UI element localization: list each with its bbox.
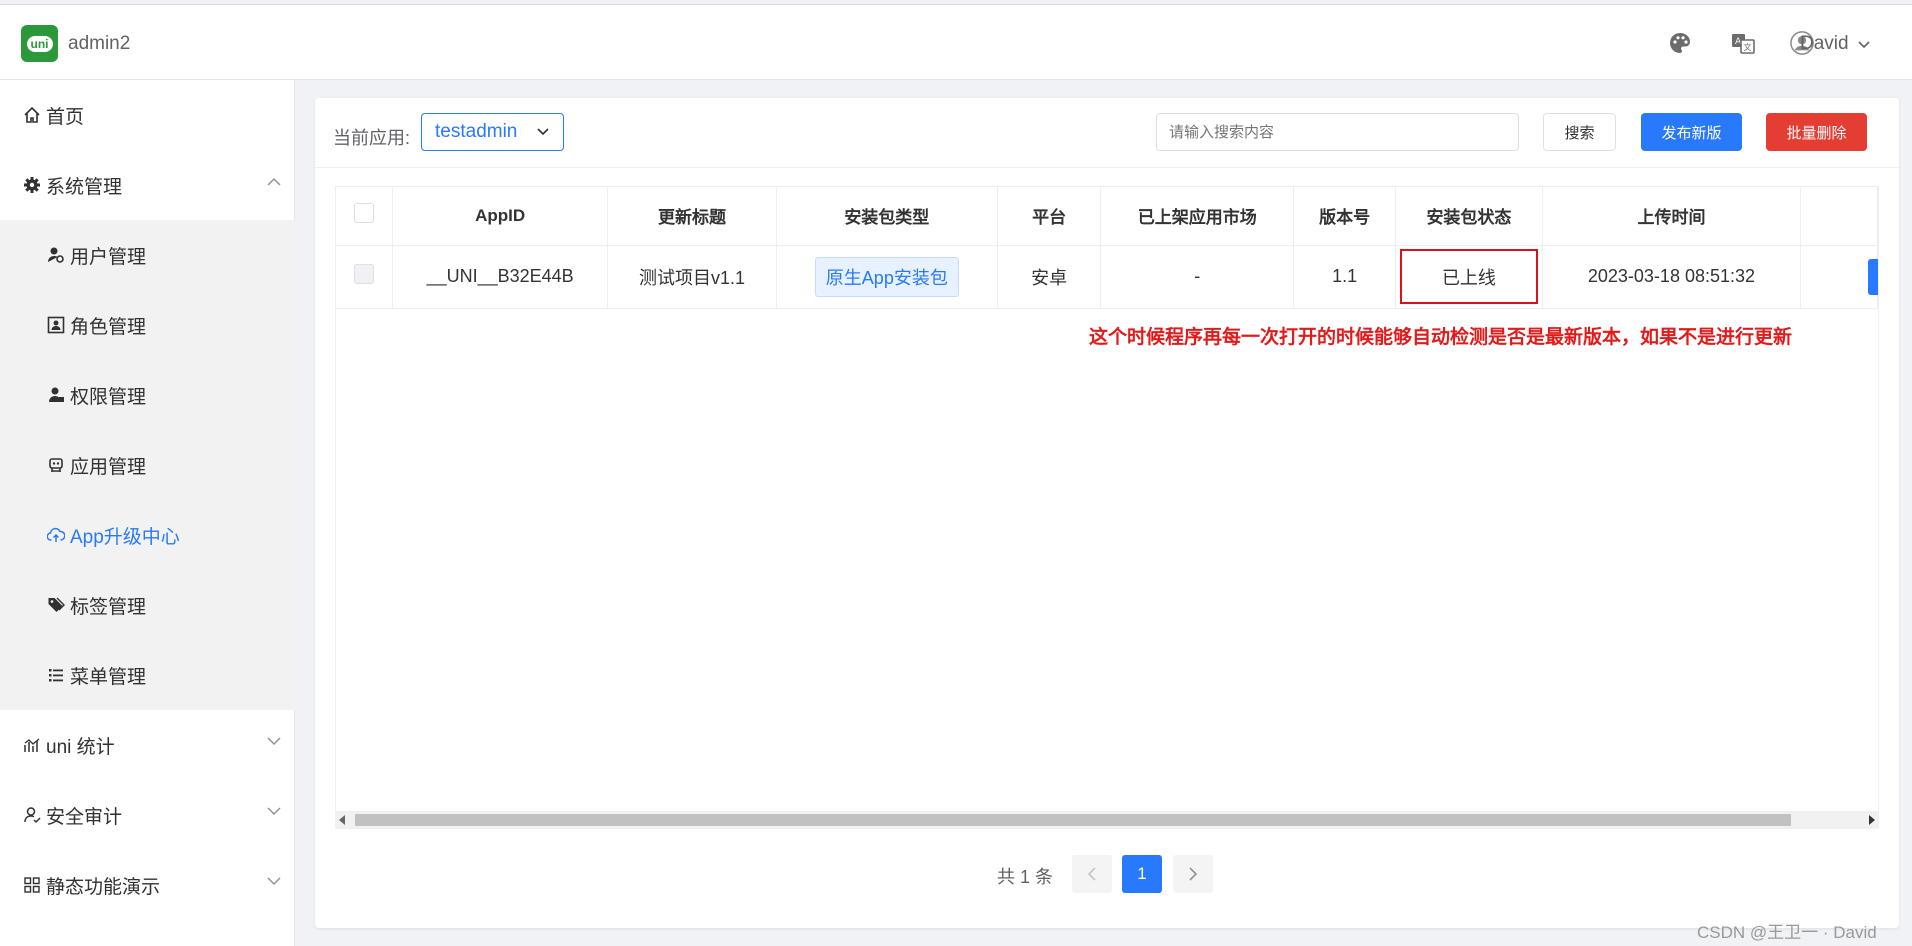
column-header: AppID (392, 187, 609, 246)
sidebar-item-static-demo[interactable]: 静态功能演示 (0, 850, 295, 920)
sidebar-item-label: 系统管理 (46, 176, 123, 198)
chevron-up-icon (267, 177, 281, 186)
column-header: 更新标题 (607, 187, 777, 246)
chevron-down-icon (1858, 41, 1870, 49)
sidebar-item-label: 标签管理 (70, 596, 147, 618)
current-app-label: 当前应用: (333, 128, 411, 148)
app-name: admin2 (68, 33, 131, 54)
toolbar-divider (315, 167, 1899, 168)
pagination-total: 共 1 条 (997, 867, 1054, 887)
permission-icon (46, 385, 66, 405)
audit-icon (22, 805, 42, 825)
sidebar-item-home[interactable]: 首页 (0, 80, 295, 150)
sidebar-item-security-audit[interactable]: 安全审计 (0, 780, 295, 850)
chevron-right-icon (1189, 867, 1198, 881)
sidebar-item-label: 静态功能演示 (46, 876, 161, 898)
cell-status-highlighted: 已上线 (1395, 245, 1543, 309)
red-annotation-note: 这个时候程序再每一次打开的时候能够自动检测是否是最新版本，如果不是进行更新 (1089, 327, 1793, 348)
column-header: 版本号 (1293, 187, 1397, 246)
grid-icon (22, 875, 42, 895)
cell-version: 1.1 (1293, 245, 1397, 309)
search-input[interactable] (1156, 113, 1519, 151)
user-name-label: David (1800, 33, 1849, 54)
sidebar: 首页 系统管理 用户管理 角色管理 权限管理 应用管理 App升级中心 标签管理… (0, 80, 295, 946)
scroll-right-icon[interactable] (1869, 815, 1875, 825)
chart-icon (22, 735, 42, 755)
publish-new-version-button[interactable]: 发布新版 (1641, 113, 1742, 151)
sidebar-item-menus[interactable]: 菜单管理 (0, 640, 295, 710)
search-button[interactable]: 搜索 (1543, 113, 1616, 151)
sidebar-item-label: 应用管理 (70, 456, 147, 478)
cell-package-type: 原生App安装包 (776, 245, 998, 309)
cloud-upload-icon (46, 525, 66, 545)
horizontal-scrollbar[interactable] (335, 811, 1879, 829)
sidebar-item-tags[interactable]: 标签管理 (0, 570, 295, 640)
uni-logo[interactable]: uni (21, 25, 58, 62)
theme-palette-icon[interactable] (1668, 31, 1692, 55)
select-all-checkbox[interactable] (354, 203, 374, 224)
pagination-prev-button[interactable] (1072, 855, 1112, 893)
user-settings-icon (46, 245, 66, 265)
sidebar-item-users[interactable]: 用户管理 (0, 220, 295, 290)
column-header: 上传时间 (1542, 187, 1802, 246)
sidebar-item-roles[interactable]: 角色管理 (0, 290, 295, 360)
sidebar-item-label: 权限管理 (70, 386, 147, 408)
app-icon (46, 455, 66, 475)
versions-table: AppID 更新标题 安装包类型 平台 已上架应用市场 版本号 安装包状态 上传… (335, 186, 1879, 826)
tag-icon (46, 595, 66, 615)
column-header: 平台 (997, 187, 1102, 246)
column-header: 安装包类型 (776, 187, 998, 246)
select-all-cell (336, 187, 394, 246)
csdn-watermark: CSDN @王卫一 · David (1697, 923, 1877, 942)
sidebar-item-label: 用户管理 (70, 246, 147, 268)
sidebar-item-label: 首页 (46, 106, 85, 128)
row-select-cell (336, 245, 394, 309)
home-icon (22, 105, 42, 125)
chevron-down-icon (537, 128, 549, 136)
sidebar-item-system[interactable]: 系统管理 (0, 150, 295, 220)
gear-icon (22, 175, 42, 195)
sidebar-item-label: 角色管理 (70, 316, 147, 338)
cell-actions (1800, 245, 1878, 309)
sidebar-item-apps[interactable]: 应用管理 (0, 430, 295, 500)
cell-platform: 安卓 (997, 245, 1102, 309)
sidebar-item-permissions[interactable]: 权限管理 (0, 360, 295, 430)
cell-upload-time: 2023-03-18 08:51:32 (1542, 245, 1802, 309)
role-icon (46, 315, 66, 335)
sidebar-item-label: uni 统计 (46, 736, 115, 758)
app-select[interactable]: testadmin (421, 113, 564, 151)
cell-store: - (1100, 245, 1295, 309)
list-icon (46, 665, 66, 685)
table-row[interactable]: __UNI__B32E44B 测试项目v1.1 原生App安装包 安卓 - 1.… (336, 245, 1878, 309)
top-navbar: uni admin2 A文 David (0, 4, 1912, 80)
row-action-button[interactable] (1868, 259, 1878, 295)
sidebar-item-app-upgrade[interactable]: App升级中心 (0, 500, 295, 570)
chevron-down-icon (267, 877, 281, 886)
column-header: 已上架应用市场 (1100, 187, 1295, 246)
svg-text:文: 文 (1744, 42, 1752, 52)
translate-icon[interactable]: A文 (1731, 31, 1755, 55)
chevron-left-icon (1087, 867, 1096, 881)
cell-appid: __UNI__B32E44B (392, 245, 609, 309)
package-type-tag: 原生App安装包 (814, 256, 959, 297)
column-header-actions (1800, 187, 1878, 246)
row-checkbox[interactable] (354, 264, 374, 284)
scroll-left-icon[interactable] (339, 815, 345, 825)
batch-delete-button[interactable]: 批量删除 (1766, 113, 1867, 151)
chevron-down-icon (267, 807, 281, 816)
sidebar-item-uni-stats[interactable]: uni 统计 (0, 710, 295, 780)
table-header-row: AppID 更新标题 安装包类型 平台 已上架应用市场 版本号 安装包状态 上传… (336, 187, 1878, 246)
pagination-page-button[interactable]: 1 (1122, 855, 1162, 893)
sidebar-item-label: 菜单管理 (70, 666, 147, 688)
column-header: 安装包状态 (1395, 187, 1543, 246)
sidebar-item-label: App升级中心 (70, 526, 180, 548)
scrollbar-thumb[interactable] (355, 814, 1791, 826)
cell-title: 测试项目v1.1 (607, 245, 777, 309)
pagination-next-button[interactable] (1173, 855, 1213, 893)
sidebar-item-label: 安全审计 (46, 806, 123, 828)
chevron-down-icon (267, 737, 281, 746)
main-card: 当前应用: testadmin 搜索 发布新版 批量删除 AppID 更新标题 … (315, 98, 1899, 928)
user-menu[interactable]: David (1800, 33, 1870, 55)
app-select-value: testadmin (435, 121, 518, 142)
